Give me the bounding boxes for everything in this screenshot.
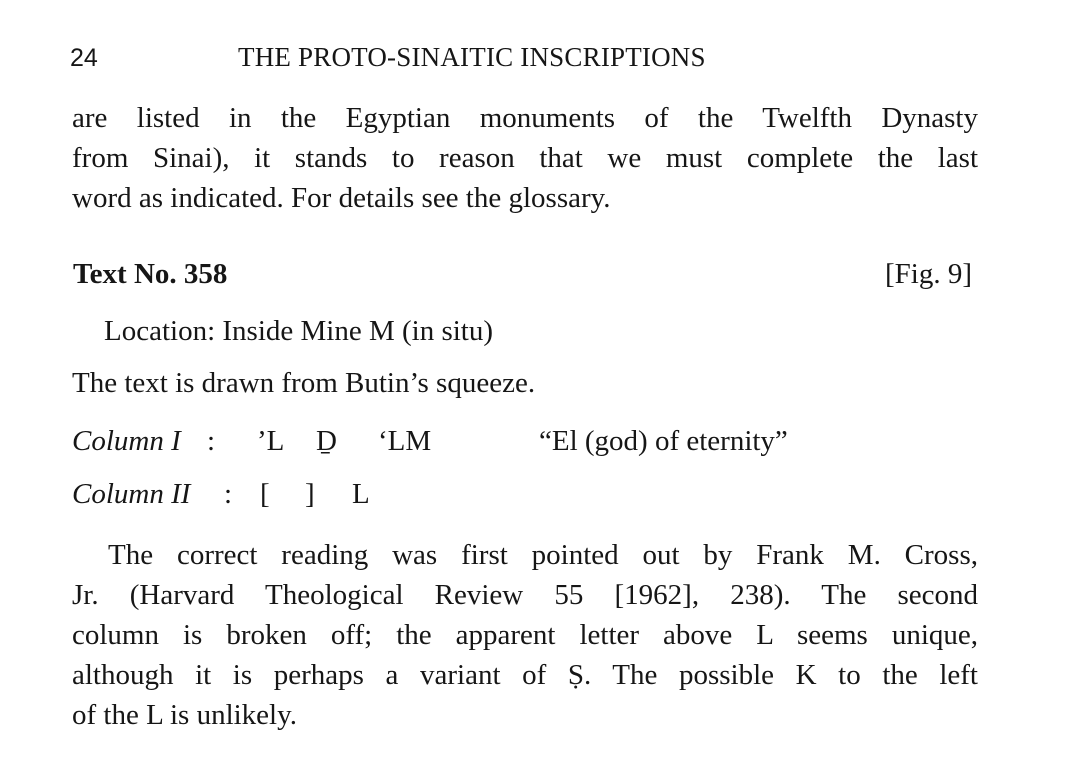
text-line: although it is perhaps a variant of Ṣ. T… xyxy=(72,659,978,691)
section-title: Text No. 358 xyxy=(73,258,228,290)
running-title: THE PROTO-SINAITIC INSCRIPTIONS xyxy=(238,42,706,72)
text-line: of the L is unlikely. xyxy=(72,699,297,731)
text-line: Jr. (Harvard Theological Review 55 [1962… xyxy=(72,579,978,611)
text-line: are listed in the Egyptian monuments of … xyxy=(72,102,978,134)
text-line: from Sinai), it stands to reason that we… xyxy=(72,142,978,174)
text-line: The correct reading was first pointed ou… xyxy=(108,539,978,571)
commentary-paragraph: The correct reading was first pointed ou… xyxy=(72,535,978,735)
transliteration-letter: L xyxy=(352,478,370,510)
column-label: Column II xyxy=(72,478,191,510)
bracket-close: ] xyxy=(305,478,315,510)
column-colon: : xyxy=(207,425,216,457)
transliteration-letter: ‘LM xyxy=(378,425,432,457)
location-line: Location: Inside Mine M (in situ) xyxy=(104,315,494,347)
text-line: word as indicated. For details see the g… xyxy=(72,182,611,214)
intro-paragraph: are listed in the Egyptian monuments of … xyxy=(72,98,978,218)
text-line: column is broken off; the apparent lette… xyxy=(72,619,978,651)
transliteration-letter: Ḏ xyxy=(316,425,337,457)
transliteration-letter: ’L xyxy=(257,425,285,457)
source-note: The text is drawn from Butin’s squeeze. xyxy=(72,367,536,399)
column-label: Column I xyxy=(72,425,181,457)
page-number: 24 xyxy=(70,44,98,72)
figure-reference: [Fig. 9] xyxy=(885,258,972,290)
column-colon: : xyxy=(224,478,233,510)
bracket-open: [ xyxy=(260,478,270,510)
translation: “El (god) of eternity” xyxy=(539,425,788,457)
